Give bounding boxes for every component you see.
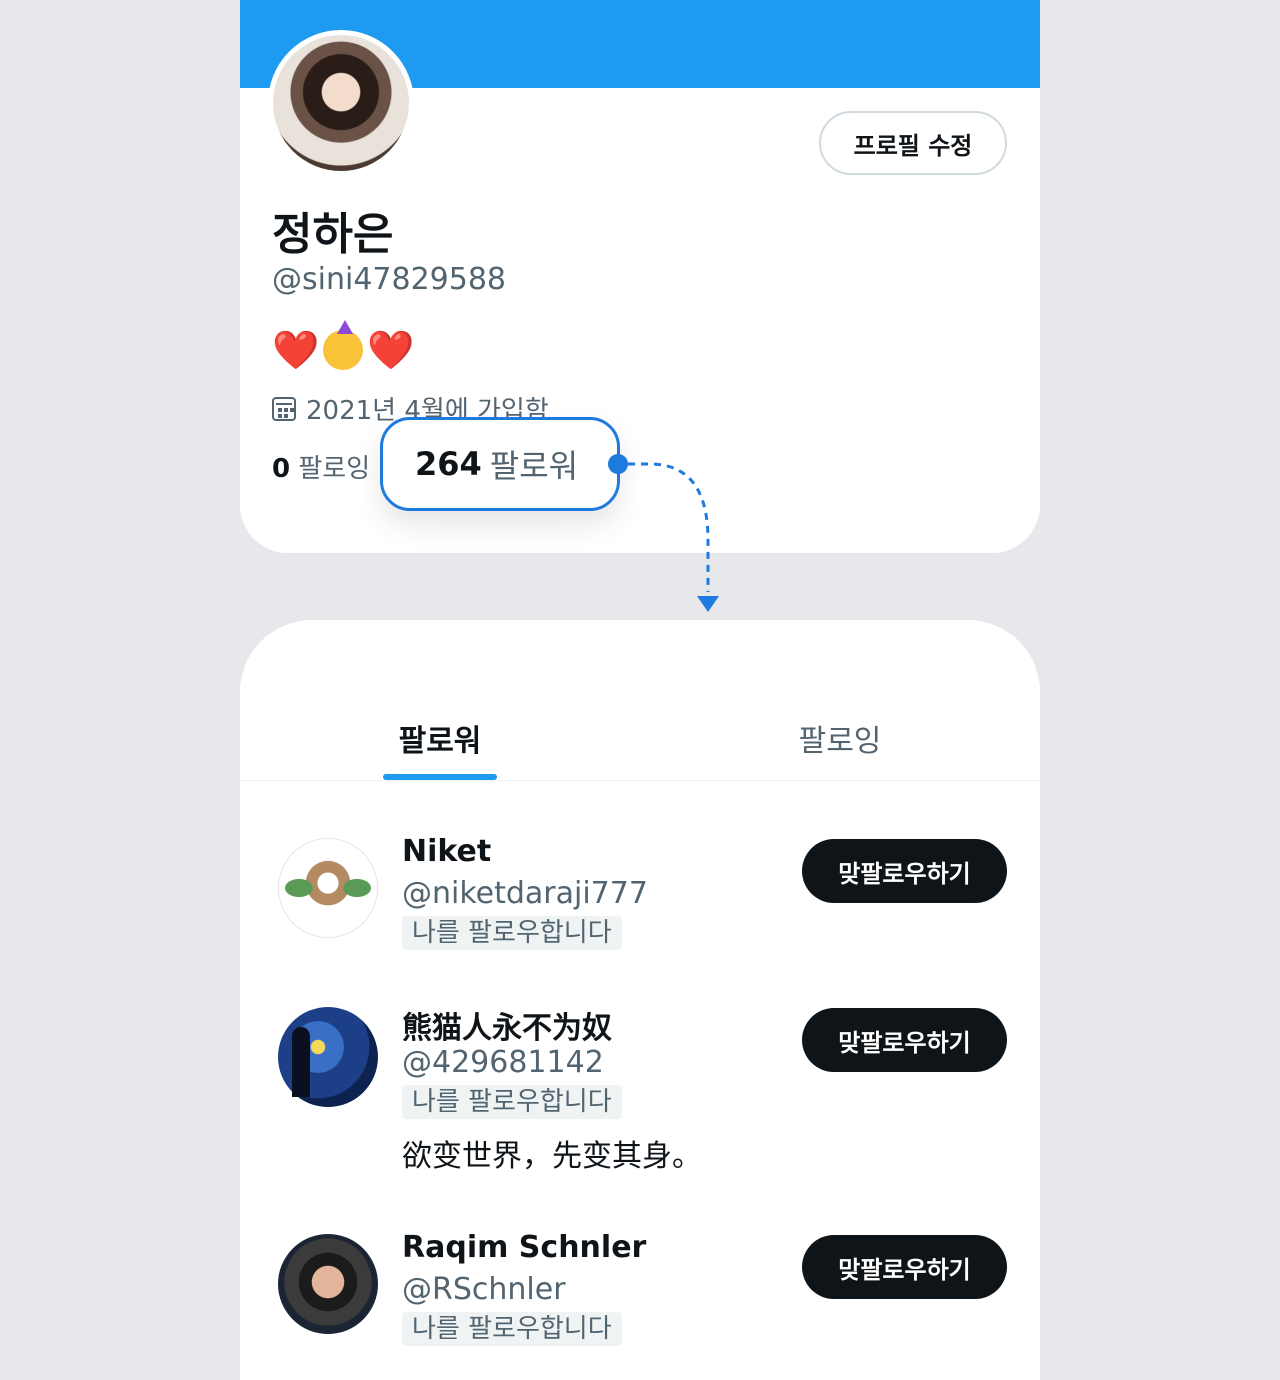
followers-list-card: 팔로워 팔로잉 Niket @niketdaraji777 나를 팔로우합니다 … [240, 620, 1040, 1380]
display-name: 정하은 [272, 209, 394, 260]
user-name: Raqim Schnler [402, 1230, 647, 1265]
followers-count: 264 [415, 445, 482, 483]
follows-you-badge: 나를 팔로우합니다 [402, 916, 622, 950]
follows-you-badge: 나를 팔로우합니다 [402, 1085, 622, 1119]
avatar[interactable] [278, 838, 378, 938]
user-name: Niket [402, 834, 492, 869]
followers-stat[interactable]: 264 팔로워 [380, 417, 620, 511]
calendar-icon [272, 396, 296, 421]
user-handle: @429681142 [402, 1045, 604, 1080]
edit-profile-button[interactable]: 프로필 수정 [819, 111, 1007, 175]
follows-you-badge: 나를 팔로우합니다 [402, 1312, 622, 1346]
follow-back-button[interactable]: 맞팔로우하기 [802, 1008, 1007, 1072]
followers-label: 팔로워 [489, 447, 579, 485]
user-handle: @niketdaraji777 [402, 876, 648, 911]
following-label: 팔로잉 [298, 454, 371, 484]
avatar[interactable] [278, 1007, 378, 1107]
tab-following[interactable]: 팔로잉 [783, 716, 897, 760]
follow-back-button[interactable]: 맞팔로우하기 [802, 839, 1007, 903]
user-name: 熊猫人永不为奴 [402, 1011, 612, 1046]
profile-card: 프로필 수정 정하은 @sini47829588 ❤️ ❤️ 2021년 4월에… [240, 0, 1040, 553]
tab-followers[interactable]: 팔로워 [383, 716, 497, 760]
profile-bio: ❤️ ❤️ [272, 320, 415, 372]
following-count: 0 [272, 454, 291, 484]
follow-back-button[interactable]: 맞팔로우하기 [802, 1235, 1007, 1299]
following-stat[interactable]: 0 팔로잉 [272, 448, 370, 485]
party-face-emoji [323, 320, 364, 370]
avatar[interactable] [278, 1234, 378, 1334]
profile-avatar[interactable] [268, 30, 414, 176]
profile-handle: @sini47829588 [272, 262, 507, 297]
heart-emoji: ❤️ [367, 328, 415, 372]
arrow-head [697, 596, 719, 612]
user-bio: 欲变世界，先变其身。 [402, 1139, 702, 1174]
tabs-divider [240, 780, 1040, 781]
heart-emoji: ❤️ [272, 328, 320, 372]
user-handle: @RSchnler [402, 1272, 566, 1307]
